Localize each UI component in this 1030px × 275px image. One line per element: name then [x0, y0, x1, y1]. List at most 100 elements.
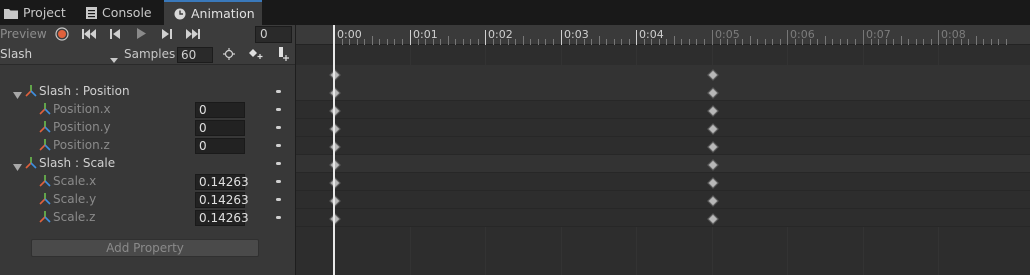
time-minor-tick	[765, 39, 766, 45]
add-keyframe-icon	[248, 48, 264, 63]
time-minor-tick	[704, 39, 705, 45]
property-options-icon[interactable]	[276, 126, 281, 129]
keyframe-lane[interactable]	[296, 137, 1030, 155]
property-options-icon[interactable]	[276, 162, 281, 165]
property-options-icon[interactable]	[276, 180, 281, 183]
property-group-scale[interactable]: Slash : Scale	[0, 155, 295, 173]
tab-project[interactable]: Project	[4, 0, 76, 25]
property-value-input[interactable]: 0.14263	[195, 174, 249, 190]
playhead[interactable]	[333, 25, 335, 275]
playback-toolbar: Preview 0	[0, 25, 295, 45]
record-button[interactable]	[52, 26, 72, 44]
prev-keyframe-button[interactable]	[104, 26, 126, 44]
first-keyframe-button[interactable]	[78, 26, 100, 44]
time-minor-tick	[387, 39, 388, 45]
time-minor-tick	[946, 39, 947, 45]
clip-settings-row: Slash Samples 60	[0, 45, 295, 65]
property-group-position[interactable]: Slash : Position	[0, 83, 295, 101]
skip-end-icon	[186, 28, 200, 42]
property-options-icon[interactable]	[276, 108, 281, 111]
preview-toggle[interactable]: Preview	[0, 27, 47, 41]
time-tick-mark	[561, 30, 562, 45]
transform-icon	[39, 211, 51, 226]
tab-console[interactable]: Console	[86, 0, 156, 25]
play-button[interactable]	[130, 26, 152, 44]
keyframe-lane[interactable]	[296, 209, 1030, 227]
add-event-icon	[276, 46, 290, 64]
time-minor-tick	[817, 39, 818, 45]
next-keyframe-button[interactable]	[156, 26, 178, 44]
time-minor-tick	[810, 39, 811, 45]
property-row-scale-x[interactable]: Scale.x 0.14263	[0, 173, 295, 191]
transform-icon	[39, 139, 51, 154]
property-value-input[interactable]: 0	[195, 138, 245, 154]
time-minor-tick	[463, 39, 464, 45]
property-row-position-z[interactable]: Position.z 0	[0, 137, 295, 155]
transform-icon	[25, 85, 37, 100]
time-minor-tick	[493, 39, 494, 45]
time-minor-tick	[976, 36, 977, 45]
frame-input[interactable]: 0	[255, 26, 292, 43]
time-minor-tick	[402, 39, 403, 45]
property-options-icon[interactable]	[276, 198, 281, 201]
time-minor-tick	[508, 39, 509, 45]
property-row-position-y[interactable]: Position.y 0	[0, 119, 295, 137]
time-minor-tick	[455, 39, 456, 45]
keyframe-lane[interactable]	[296, 155, 1030, 173]
skip-start-icon	[82, 28, 96, 42]
expand-arrow-icon[interactable]	[13, 160, 22, 174]
property-value-input[interactable]: 0	[195, 102, 245, 118]
time-minor-tick	[855, 39, 856, 45]
snap-button[interactable]	[219, 46, 239, 64]
time-minor-tick	[991, 39, 992, 45]
property-label: Position.y	[53, 120, 111, 134]
property-value-input[interactable]: 0.14263	[195, 192, 249, 208]
time-minor-tick	[757, 39, 758, 45]
keyframe-lane[interactable]	[296, 173, 1030, 191]
time-minor-tick	[886, 39, 887, 45]
keyframe-lane[interactable]	[296, 191, 1030, 209]
keyframe-lane[interactable]	[296, 119, 1030, 137]
add-keyframe-button[interactable]	[245, 46, 267, 64]
add-property-button[interactable]: Add Property	[31, 239, 259, 257]
time-minor-tick	[735, 39, 736, 45]
summary-lane	[296, 65, 1030, 83]
property-options-icon[interactable]	[276, 216, 281, 219]
property-options-icon[interactable]	[276, 90, 281, 93]
time-minor-tick	[659, 39, 660, 45]
property-value-input[interactable]: 0.14263	[195, 210, 249, 226]
keyframe-lane[interactable]	[296, 101, 1030, 119]
keyframe-lane[interactable]	[296, 83, 1030, 101]
chevron-down-icon[interactable]	[110, 52, 118, 66]
time-tick-mark	[863, 30, 864, 45]
time-minor-tick	[953, 39, 954, 45]
time-minor-tick	[470, 39, 471, 45]
time-tick-mark	[410, 30, 411, 45]
property-value-input[interactable]: 0	[195, 120, 245, 136]
last-keyframe-button[interactable]	[182, 26, 204, 44]
property-options-icon[interactable]	[276, 144, 281, 147]
samples-input[interactable]: 60	[177, 47, 213, 63]
time-minor-tick	[681, 39, 682, 45]
clip-dropdown[interactable]: Slash	[0, 47, 32, 61]
time-minor-tick	[961, 39, 962, 45]
time-minor-tick	[923, 39, 924, 45]
property-row-scale-y[interactable]: Scale.y 0.14263	[0, 191, 295, 209]
tab-animation[interactable]: Animation	[164, 0, 262, 25]
add-event-button[interactable]	[273, 46, 293, 64]
time-minor-tick	[394, 39, 395, 45]
time-minor-tick	[847, 39, 848, 45]
expand-arrow-icon[interactable]	[13, 88, 22, 102]
time-minor-tick	[727, 39, 728, 45]
time-minor-tick	[478, 39, 479, 45]
time-minor-tick	[968, 39, 969, 45]
property-row-scale-z[interactable]: Scale.z 0.14263	[0, 209, 295, 227]
record-icon	[55, 26, 69, 44]
transform-icon	[25, 157, 37, 172]
transform-icon	[39, 121, 51, 136]
time-minor-tick	[433, 39, 434, 45]
property-row-position-x[interactable]: Position.x 0	[0, 101, 295, 119]
time-tick-mark	[938, 30, 939, 45]
time-minor-tick	[357, 39, 358, 45]
time-minor-tick	[795, 39, 796, 45]
